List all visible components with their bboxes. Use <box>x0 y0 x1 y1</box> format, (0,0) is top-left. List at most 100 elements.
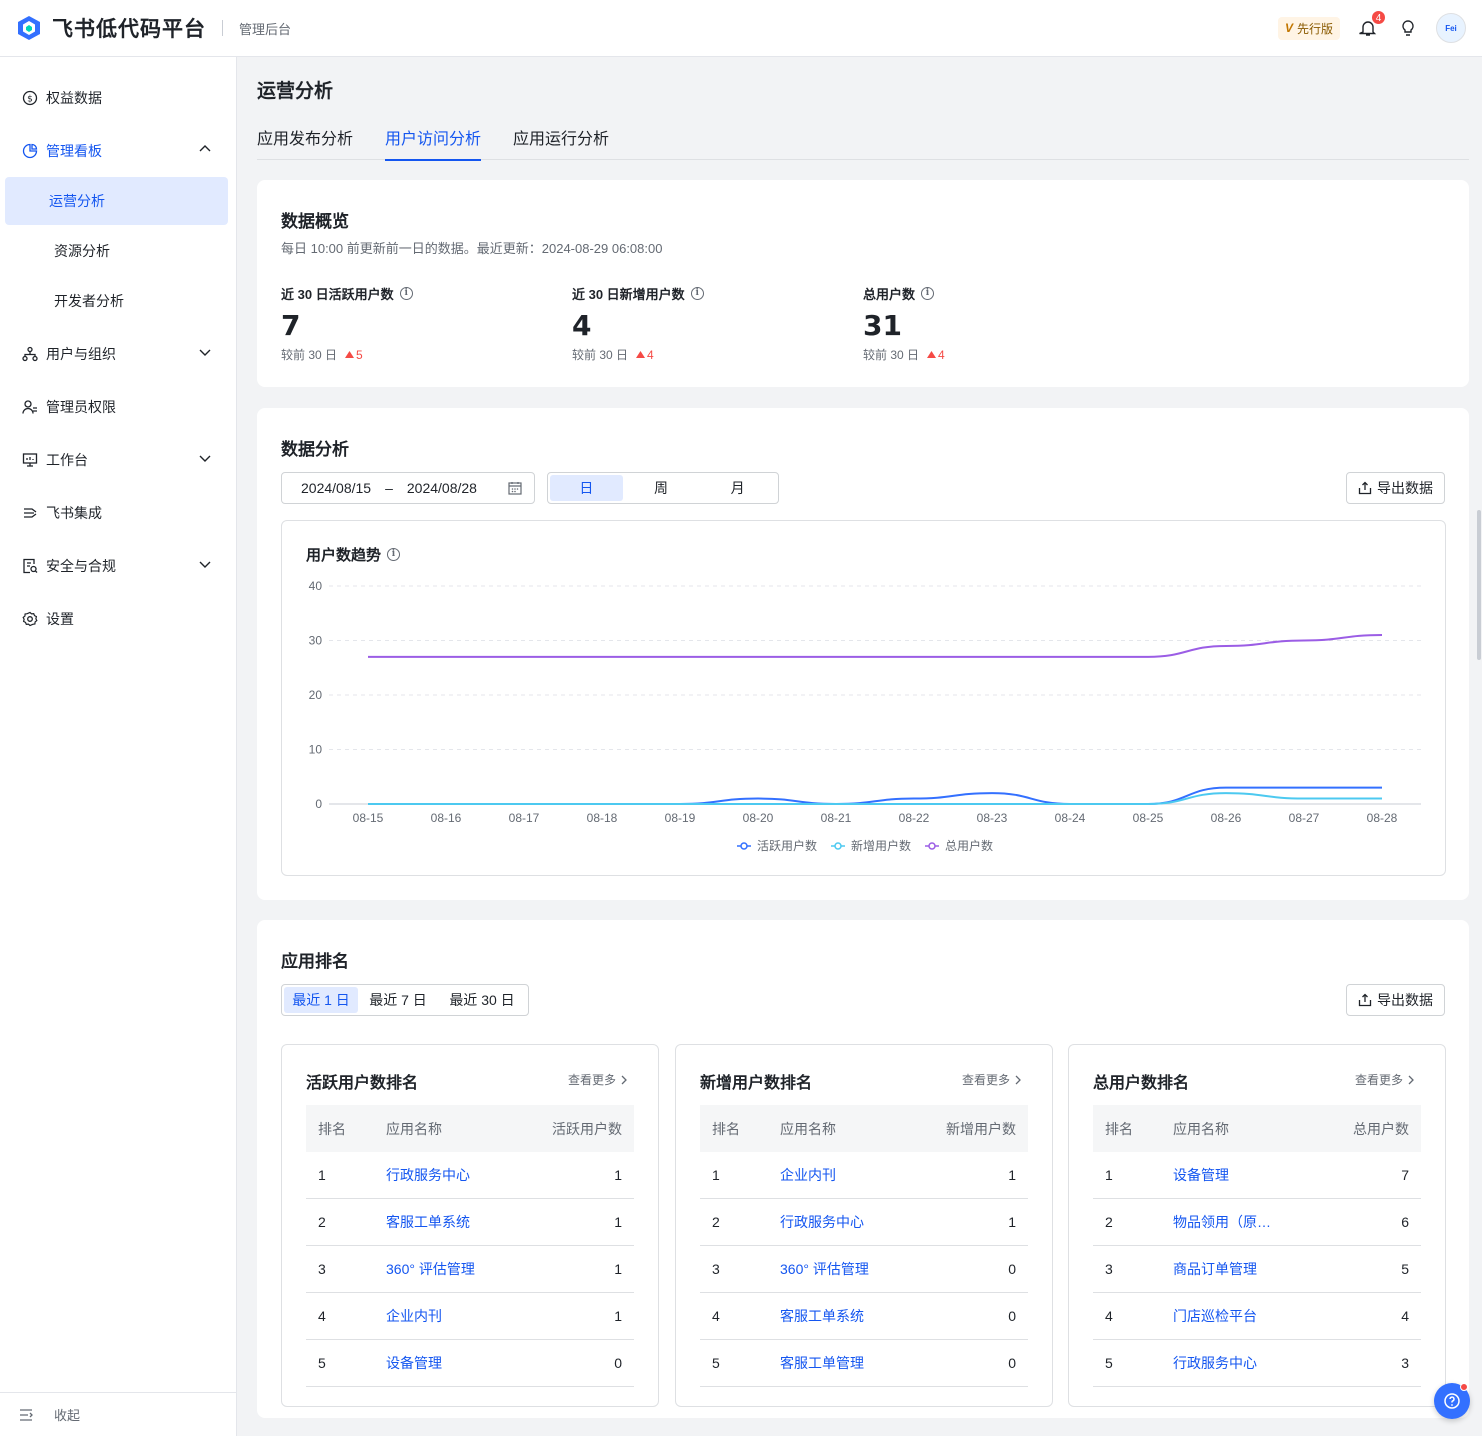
date-end: 2024/08/28 <box>406 480 477 496</box>
app-name-link[interactable]: 行政服务中心 <box>1173 1353 1301 1373</box>
chevron-down-icon <box>199 349 211 356</box>
view-more-link[interactable]: 查看更多 <box>962 1071 1022 1088</box>
triangle-up-icon <box>636 351 646 358</box>
col-metric-header: 新增用户数 <box>946 1120 1016 1137</box>
app-name-link[interactable]: 360° 评估管理 <box>386 1259 514 1279</box>
tab-user-access-analysis[interactable]: 用户访问分析 <box>385 120 482 161</box>
granularity-month[interactable]: 月 <box>699 475 776 501</box>
lightbulb-icon <box>1402 20 1414 36</box>
x-tick-label: 08-17 <box>509 811 540 825</box>
granularity-week[interactable]: 周 <box>623 475 700 501</box>
app-name-link[interactable]: 企业内刊 <box>780 1165 908 1185</box>
period-last-7-days[interactable]: 最近 7 日 <box>358 987 438 1013</box>
app-name-link[interactable]: 设备管理 <box>386 1353 514 1373</box>
legend-label: 总用户数 <box>945 838 993 853</box>
analysis-tabs: 应用发布分析 用户访问分析 应用运行分析 <box>257 120 1469 161</box>
legend-marker-dot <box>834 842 842 850</box>
sidebar-item-label: 用户与组织 <box>46 345 116 362</box>
col-metric-header: 活跃用户数 <box>552 1120 622 1137</box>
app-name-link[interactable]: 物品领用（原… <box>1173 1212 1301 1232</box>
user-avatar[interactable]: Fei <box>1436 13 1466 43</box>
sidebar-subitem-ops-analysis[interactable]: 运营分析 <box>5 177 228 225</box>
app-name-link[interactable]: 设备管理 <box>1173 1165 1301 1185</box>
export-data-button[interactable]: 导出数据 <box>1346 472 1445 504</box>
table-row: 5 客服工单管理 0 <box>700 1340 1028 1387</box>
app-name-link[interactable]: 客服工单管理 <box>780 1353 908 1373</box>
chevron-right-icon <box>1015 1075 1021 1084</box>
sidebar-item-settings[interactable]: 设置 <box>0 592 236 645</box>
help-float-button[interactable] <box>1434 1383 1470 1419</box>
view-more-link[interactable]: 查看更多 <box>568 1071 628 1088</box>
x-tick-label: 08-20 <box>743 811 774 825</box>
granularity-day[interactable]: 日 <box>550 475 623 501</box>
info-icon[interactable]: i <box>921 287 935 300</box>
page-title: 运营分析 <box>257 81 334 102</box>
series-line <box>368 634 1383 658</box>
chevron-right-icon <box>1408 1075 1414 1084</box>
notification-button[interactable]: 4 <box>1356 10 1386 40</box>
sidebar-item-security-compliance[interactable]: 安全与合规 <box>0 539 236 592</box>
metric-delta: 5 <box>345 348 363 362</box>
row-rank: 1 <box>712 1167 720 1183</box>
version-badge[interactable]: V 先行版 <box>1277 16 1340 40</box>
metric-active-users: 近 30 日活跃用户数 i 7 较前 30 日 5 <box>281 284 413 363</box>
tab-app-publish-analysis[interactable]: 应用发布分析 <box>257 120 353 160</box>
app-name-link[interactable]: 企业内刊 <box>386 1306 514 1326</box>
notification-count-badge: 4 <box>1371 10 1386 25</box>
sidebar-collapse-button[interactable]: 收起 <box>0 1392 236 1436</box>
table-row: 3 360° 评估管理 1 <box>306 1246 634 1293</box>
page-scrollbar[interactable] <box>1477 510 1481 660</box>
row-rank: 4 <box>1105 1308 1113 1324</box>
tab-app-runtime-analysis[interactable]: 应用运行分析 <box>513 120 609 160</box>
app-name-link[interactable]: 客服工单系统 <box>386 1212 514 1232</box>
sidebar-item-workbench[interactable]: 工作台 <box>0 433 236 486</box>
admin-user-icon <box>22 399 38 415</box>
sidebar-subitem-developer-analysis[interactable]: 开发者分析 <box>5 277 228 325</box>
x-tick-label: 08-26 <box>1211 811 1242 825</box>
sidebar-item-feishu-integration[interactable]: 飞书集成 <box>0 486 236 539</box>
app-name-link[interactable]: 门店巡检平台 <box>1173 1306 1301 1326</box>
admin-console-label: 管理后台 <box>239 21 292 37</box>
app-name-link[interactable]: 商品订单管理 <box>1173 1259 1301 1279</box>
app-logo-icon[interactable] <box>16 15 42 41</box>
sidebar-item-users-org[interactable]: 用户与组织 <box>0 327 236 380</box>
x-tick-label: 08-23 <box>977 811 1008 825</box>
metric-delta-value: 4 <box>938 347 945 362</box>
app-name-link[interactable]: 360° 评估管理 <box>780 1259 908 1279</box>
active-users-ranking: 活跃用户数排名 查看更多 排名 应用名称 活跃用户数 1 行政服务中心 1 2 客服工单系… <box>281 1044 659 1407</box>
ranking-card: 应用排名 最近 1 日 最近 7 日 最近 30 日 导出数据 活跃用户数排名 … <box>257 920 1469 1418</box>
app-name-link[interactable]: 行政服务中心 <box>780 1212 908 1232</box>
row-value: 7 <box>1401 1167 1409 1183</box>
app-name-link[interactable]: 客服工单系统 <box>780 1306 908 1326</box>
user-trend-chart[interactable]: 0 10 20 30 40 08-15 08-16 08-17 08-18 08-19 08-20 0… <box>282 521 1445 875</box>
help-tips-button[interactable] <box>1396 16 1420 40</box>
row-rank: 1 <box>1105 1167 1113 1183</box>
period-last-30-days[interactable]: 最近 30 日 <box>438 987 526 1013</box>
ranking-title: 应用排名 <box>281 952 349 971</box>
view-more-link[interactable]: 查看更多 <box>1355 1071 1415 1088</box>
table-row: 3 商品订单管理 5 <box>1093 1246 1421 1293</box>
sidebar-item-benefits[interactable]: $ 权益数据 <box>0 71 236 124</box>
table-row: 3 360° 评估管理 0 <box>700 1246 1028 1293</box>
ranking-table: 排名 应用名称 活跃用户数 1 行政服务中心 1 2 客服工单系统 1 3 360° 评估管理… <box>306 1105 634 1387</box>
triangle-up-icon <box>927 351 937 358</box>
app-name-link[interactable]: 行政服务中心 <box>386 1165 514 1185</box>
legend-marker-dot <box>740 842 748 850</box>
x-tick-label: 08-27 <box>1289 811 1320 825</box>
export-icon <box>1358 993 1372 1007</box>
period-last-1-day[interactable]: 最近 1 日 <box>284 987 358 1013</box>
metric-delta-value: 5 <box>356 347 363 362</box>
row-rank: 3 <box>712 1261 720 1277</box>
table-row: 1 行政服务中心 1 <box>306 1152 634 1199</box>
row-rank: 5 <box>1105 1355 1113 1371</box>
metric-compare-label: 较前 30 日 <box>281 348 338 362</box>
sidebar-subitem-resource-analysis[interactable]: 资源分析 <box>5 227 228 275</box>
date-range-picker[interactable]: 2024/08/15 – 2024/08/28 <box>281 472 535 504</box>
info-icon[interactable]: i <box>690 287 704 300</box>
info-icon[interactable]: i <box>399 287 413 300</box>
sidebar-item-admin-permissions[interactable]: 管理员权限 <box>0 380 236 433</box>
brand-name[interactable]: 飞书低代码平台 <box>52 13 206 43</box>
ranking-export-button[interactable]: 导出数据 <box>1346 984 1445 1016</box>
sidebar-item-dashboard[interactable]: 管理看板 <box>0 124 236 177</box>
table-row: 1 设备管理 7 <box>1093 1152 1421 1199</box>
